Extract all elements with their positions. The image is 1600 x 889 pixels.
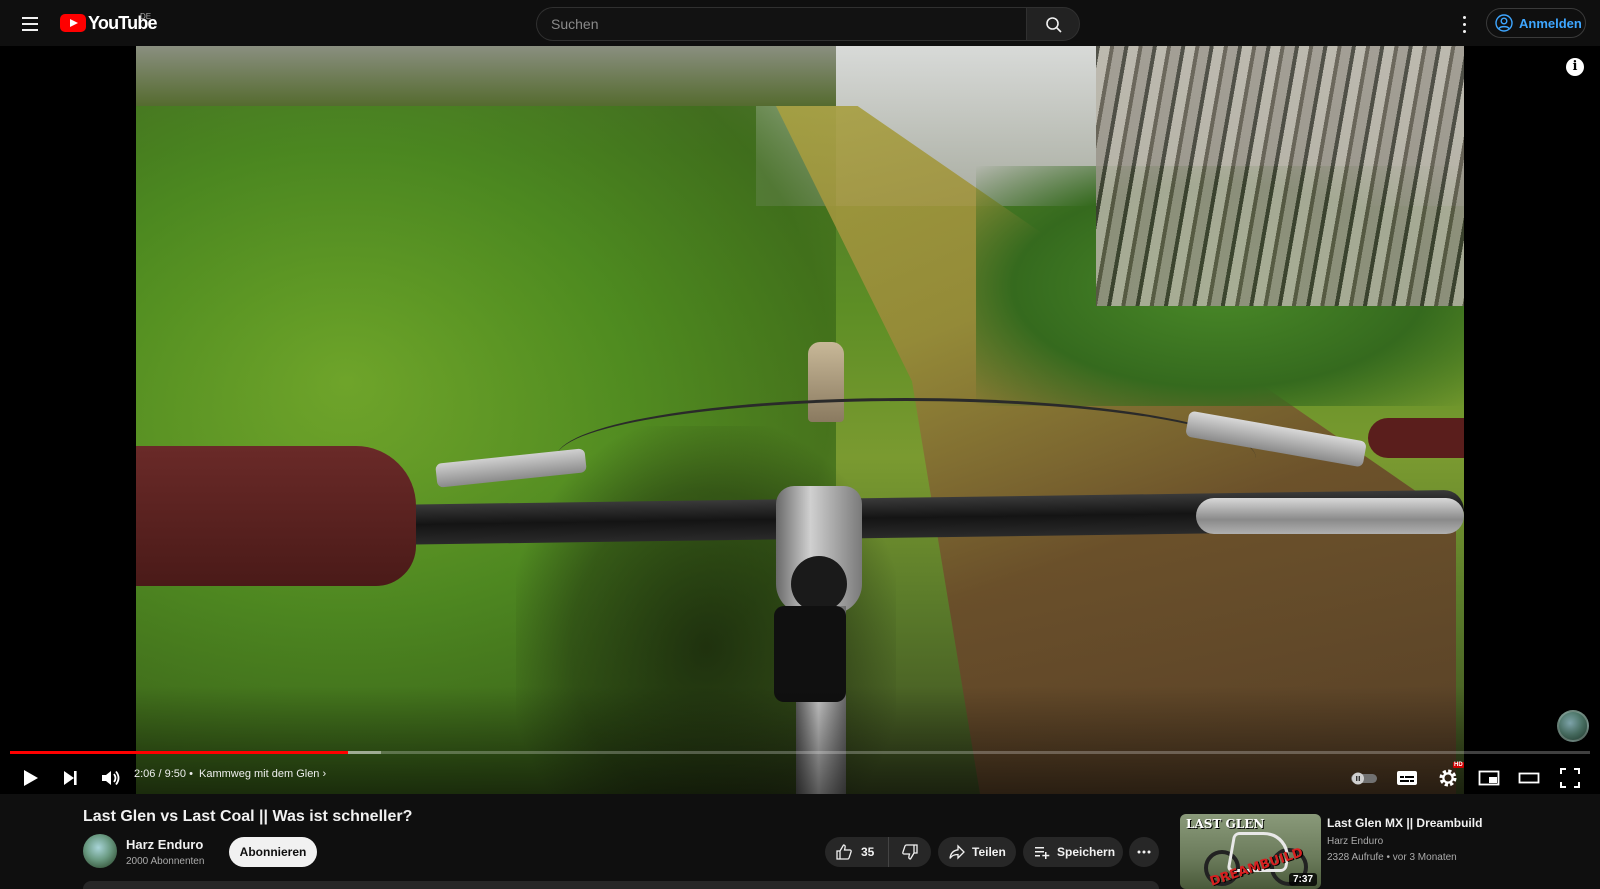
miniplayer-button[interactable] xyxy=(1475,764,1503,792)
settings-icon xyxy=(1439,769,1457,787)
menu-icon[interactable] xyxy=(18,11,42,35)
progress-played xyxy=(10,751,349,754)
upload-age: vor 3 Monaten xyxy=(1392,852,1457,863)
thumbs-up-icon xyxy=(836,844,852,860)
miniplayer-icon xyxy=(1478,770,1500,786)
volume-button[interactable] xyxy=(96,764,124,792)
hd-badge: HD xyxy=(1453,762,1464,768)
search-icon xyxy=(1046,17,1062,33)
more-actions-button[interactable] xyxy=(1129,837,1159,867)
volume-icon xyxy=(102,770,120,786)
thumbs-down-icon xyxy=(902,844,918,860)
search-input[interactable] xyxy=(536,7,1026,41)
theater-button[interactable] xyxy=(1515,764,1543,792)
autoplay-toggle-icon xyxy=(1351,772,1377,785)
channel-avatar[interactable] xyxy=(83,834,117,868)
video-title: Last Glen vs Last Coal || Was ist schnel… xyxy=(83,808,413,825)
time-display: 2:06 / 9:50 • xyxy=(134,768,193,780)
save-label: Speichern xyxy=(1057,845,1116,859)
current-time: 2:06 xyxy=(134,768,156,780)
glove-left xyxy=(136,446,416,586)
chevron-right-icon: › xyxy=(322,768,327,780)
time-separator: / xyxy=(158,768,162,780)
like-button[interactable]: 35 xyxy=(825,837,889,867)
glove-right xyxy=(1368,418,1464,458)
subtitles-icon xyxy=(1397,771,1417,785)
next-icon xyxy=(64,771,77,785)
video-player[interactable]: i 2:06 / 9:50 • Kammweg mit dem Glen › H… xyxy=(0,46,1600,794)
more-horiz-icon xyxy=(1137,850,1151,854)
like-count: 35 xyxy=(861,845,875,859)
signin-button[interactable]: Anmelden xyxy=(1486,8,1586,38)
search-box xyxy=(536,7,1080,41)
fullscreen-button[interactable] xyxy=(1556,764,1584,792)
subtitles-button[interactable] xyxy=(1393,764,1421,792)
autoplay-toggle[interactable] xyxy=(1350,764,1378,792)
masthead: YouTube DE Anmelden xyxy=(0,0,1600,46)
subscribe-button[interactable]: Abonnieren xyxy=(229,837,317,867)
next-button[interactable] xyxy=(56,764,84,792)
meta-separator: • xyxy=(1386,852,1391,863)
dislike-button[interactable] xyxy=(889,837,931,867)
play-button[interactable] xyxy=(16,764,44,792)
trees xyxy=(1096,46,1464,306)
duration-badge: 7:37 xyxy=(1288,873,1317,886)
play-icon xyxy=(24,770,38,786)
chapter-label: Kammweg mit dem Glen xyxy=(199,768,320,780)
channel-name[interactable]: Harz Enduro xyxy=(126,837,203,852)
fullscreen-icon xyxy=(1560,768,1580,788)
youtube-logo-icon xyxy=(60,14,86,32)
settings-button[interactable] xyxy=(1434,764,1462,792)
share-icon xyxy=(949,844,965,860)
video-frame[interactable] xyxy=(136,46,1464,794)
info-icon[interactable]: i xyxy=(1566,58,1584,76)
share-label: Teilen xyxy=(972,845,1006,859)
theater-icon xyxy=(1518,772,1540,784)
progress-bar[interactable] xyxy=(10,751,1590,754)
thumbnail-title-text: LAST GLEN xyxy=(1186,817,1265,831)
share-button[interactable]: Teilen xyxy=(938,837,1016,867)
chapter-title[interactable]: Kammweg mit dem Glen › xyxy=(199,768,326,780)
chapter-separator: • xyxy=(189,768,193,780)
recommendation-channel[interactable]: Harz Enduro xyxy=(1327,836,1383,847)
duration: 9:50 xyxy=(164,768,187,780)
account-icon xyxy=(1495,14,1513,32)
save-playlist-icon xyxy=(1035,847,1050,859)
search-button[interactable] xyxy=(1026,7,1080,41)
save-button[interactable]: Speichern xyxy=(1023,837,1123,867)
more-vert-icon[interactable] xyxy=(1452,11,1476,35)
recommendation-thumbnail[interactable]: LAST GLEN DREAMBUILD 7:37 xyxy=(1180,814,1321,889)
country-code: DE xyxy=(140,12,152,21)
recommendation-meta: 2328 Aufrufe • vor 3 Monaten xyxy=(1327,852,1457,863)
like-dislike-group: 35 xyxy=(825,837,931,867)
signin-label: Anmelden xyxy=(1519,15,1582,31)
view-count: 2328 Aufrufe xyxy=(1327,852,1384,863)
subscriber-count: 2000 Abonnenten xyxy=(126,856,205,867)
recommendation-title[interactable]: Last Glen MX || Dreambuild xyxy=(1327,816,1482,830)
description-box[interactable] xyxy=(83,881,1159,889)
